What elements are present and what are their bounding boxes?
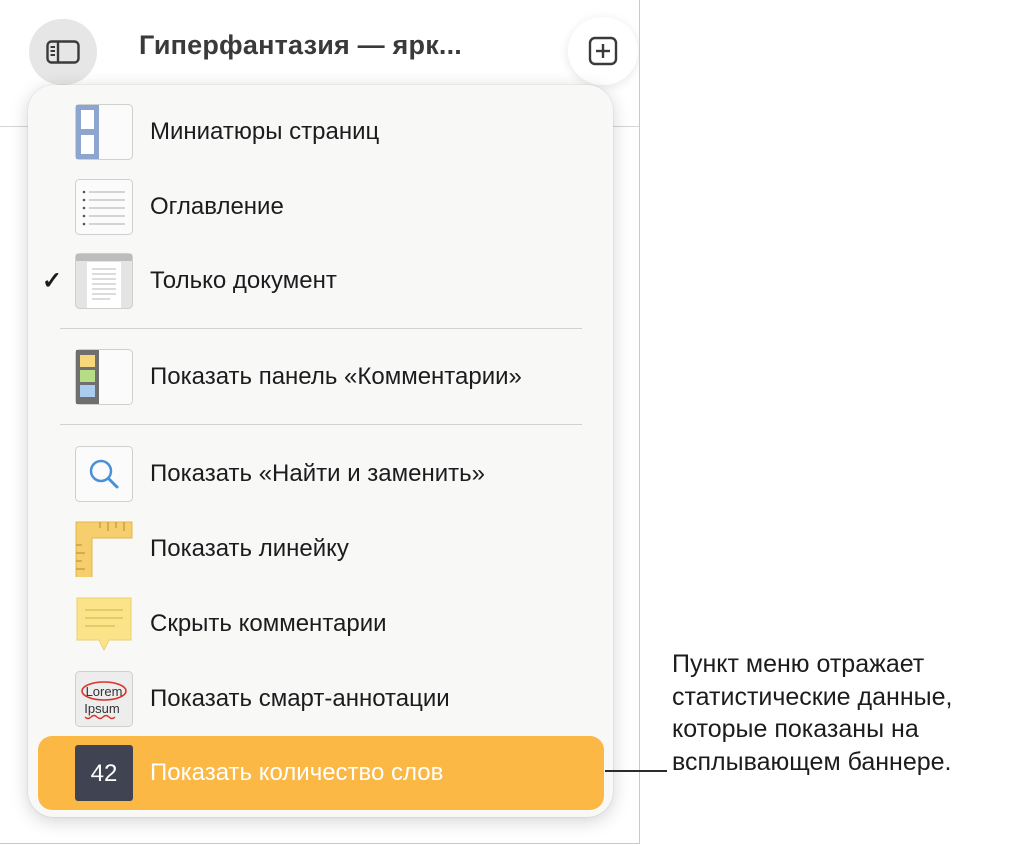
menu-item-comments-pane[interactable]: Показать панель «Комментарии» [38,343,604,411]
callout-text: Пункт меню отражает статистические данны… [672,648,1022,778]
callout-line: статистические данные, [672,682,953,711]
menu-item-label: Показать количество слов [150,759,444,786]
menu-item-hide-comments[interactable]: Скрыть комментарии [38,590,604,658]
ruler-icon [75,521,133,584]
menu-divider [60,424,582,425]
menu-item-page-thumbnails[interactable]: Миниатюры страниц [38,98,604,166]
comments-pane-icon [75,349,133,405]
table-of-contents-icon [75,179,133,235]
smart-annotation-icon: Lorem Ipsum [75,671,133,727]
comment-icon [75,596,133,652]
menu-item-label: Показать панель «Комментарии» [150,363,522,390]
word-count-icon-text: 42 [91,760,118,787]
view-menu: Миниатюры страниц Оглавление ✓ Только до… [28,85,613,817]
menu-item-label: Только документ [150,267,337,294]
document-title[interactable]: Гиперфантазия — ярк... [139,30,462,61]
find-replace-icon [75,446,133,502]
checkmark-icon: ✓ [42,267,63,295]
callout-leader-line [605,770,667,772]
menu-item-label: Миниатюры страниц [150,118,380,145]
smart-annotation-icon-text: Lorem [86,684,123,699]
menu-item-find-replace[interactable]: Показать «Найти и заменить» [38,440,604,508]
sidebar-icon [46,40,80,64]
document-only-icon [75,253,133,309]
menu-item-ruler[interactable]: Показать линейку [38,515,604,584]
menu-item-document-only[interactable]: ✓ Только документ [38,247,604,315]
add-icon [588,36,618,66]
menu-item-label: Показать смарт-аннотации [150,685,450,712]
menu-item-word-count[interactable]: 42 Показать количество слов [38,736,604,810]
menu-item-label: Показать линейку [150,535,349,562]
add-button[interactable] [568,17,638,85]
menu-item-label: Скрыть комментарии [150,610,387,637]
sidebar-button[interactable] [29,19,97,85]
callout-line: всплывающем баннере. [672,747,952,776]
menu-item-label: Показать «Найти и заменить» [150,460,485,487]
smart-annotation-icon-text: Ipsum [84,701,119,716]
callout-line: которые показаны на [672,715,919,743]
menu-divider [60,328,582,329]
callout-line: Пункт меню отражает [672,650,925,678]
page-thumbnails-icon [75,104,133,160]
word-count-icon: 42 [75,745,133,801]
menu-item-smart-annotations[interactable]: Lorem Ipsum Показать смарт-аннотации [38,665,604,733]
menu-item-label: Оглавление [150,193,284,220]
menu-item-table-of-contents[interactable]: Оглавление [38,173,604,241]
